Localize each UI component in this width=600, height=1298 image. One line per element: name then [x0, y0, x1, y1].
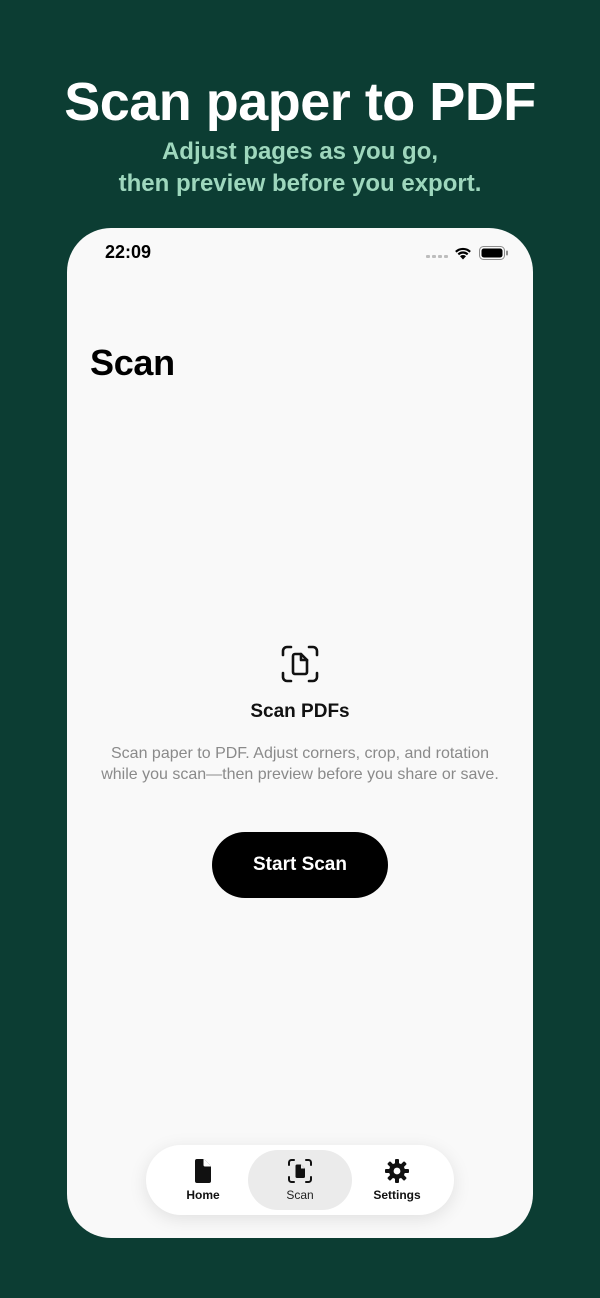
cellular-signal-icon: [426, 255, 448, 258]
promo-subtitle-line-1: Adjust pages as you go,: [161, 138, 439, 165]
document-scan-icon: [288, 1159, 312, 1183]
promo-title: Scan paper to PDF: [64, 72, 536, 132]
empty-state-description: Scan paper to PDF. Adjust corners, crop,…: [101, 745, 499, 783]
phone-screen: 22:09 Scan Scan PDFs Scan paper to PDF. …: [67, 228, 533, 1238]
tab-label: Home: [186, 1188, 220, 1202]
page-title: Scan: [90, 342, 175, 383]
empty-state-title: Scan PDFs: [250, 701, 350, 722]
gear-icon: [385, 1159, 409, 1183]
tab-settings[interactable]: Settings: [345, 1150, 449, 1210]
tab-scan[interactable]: Scan: [248, 1150, 352, 1210]
tab-bar: Home Scan Settings: [146, 1145, 454, 1215]
promo-subtitle: Adjust pages as you go, then preview bef…: [0, 136, 600, 200]
promo-subtitle-line-2: then preview before you export.: [118, 170, 482, 197]
tab-label: Settings: [373, 1188, 421, 1202]
status-bar: 22:09: [67, 228, 533, 282]
start-scan-button[interactable]: Start Scan: [212, 832, 388, 898]
tab-home[interactable]: Home: [151, 1150, 255, 1210]
document-scan-icon: [281, 645, 319, 683]
tab-label: Scan: [286, 1188, 314, 1202]
wifi-icon: [455, 247, 471, 260]
document-icon: [195, 1159, 211, 1183]
battery-icon: [479, 246, 508, 260]
status-time: 22:09: [105, 242, 152, 262]
